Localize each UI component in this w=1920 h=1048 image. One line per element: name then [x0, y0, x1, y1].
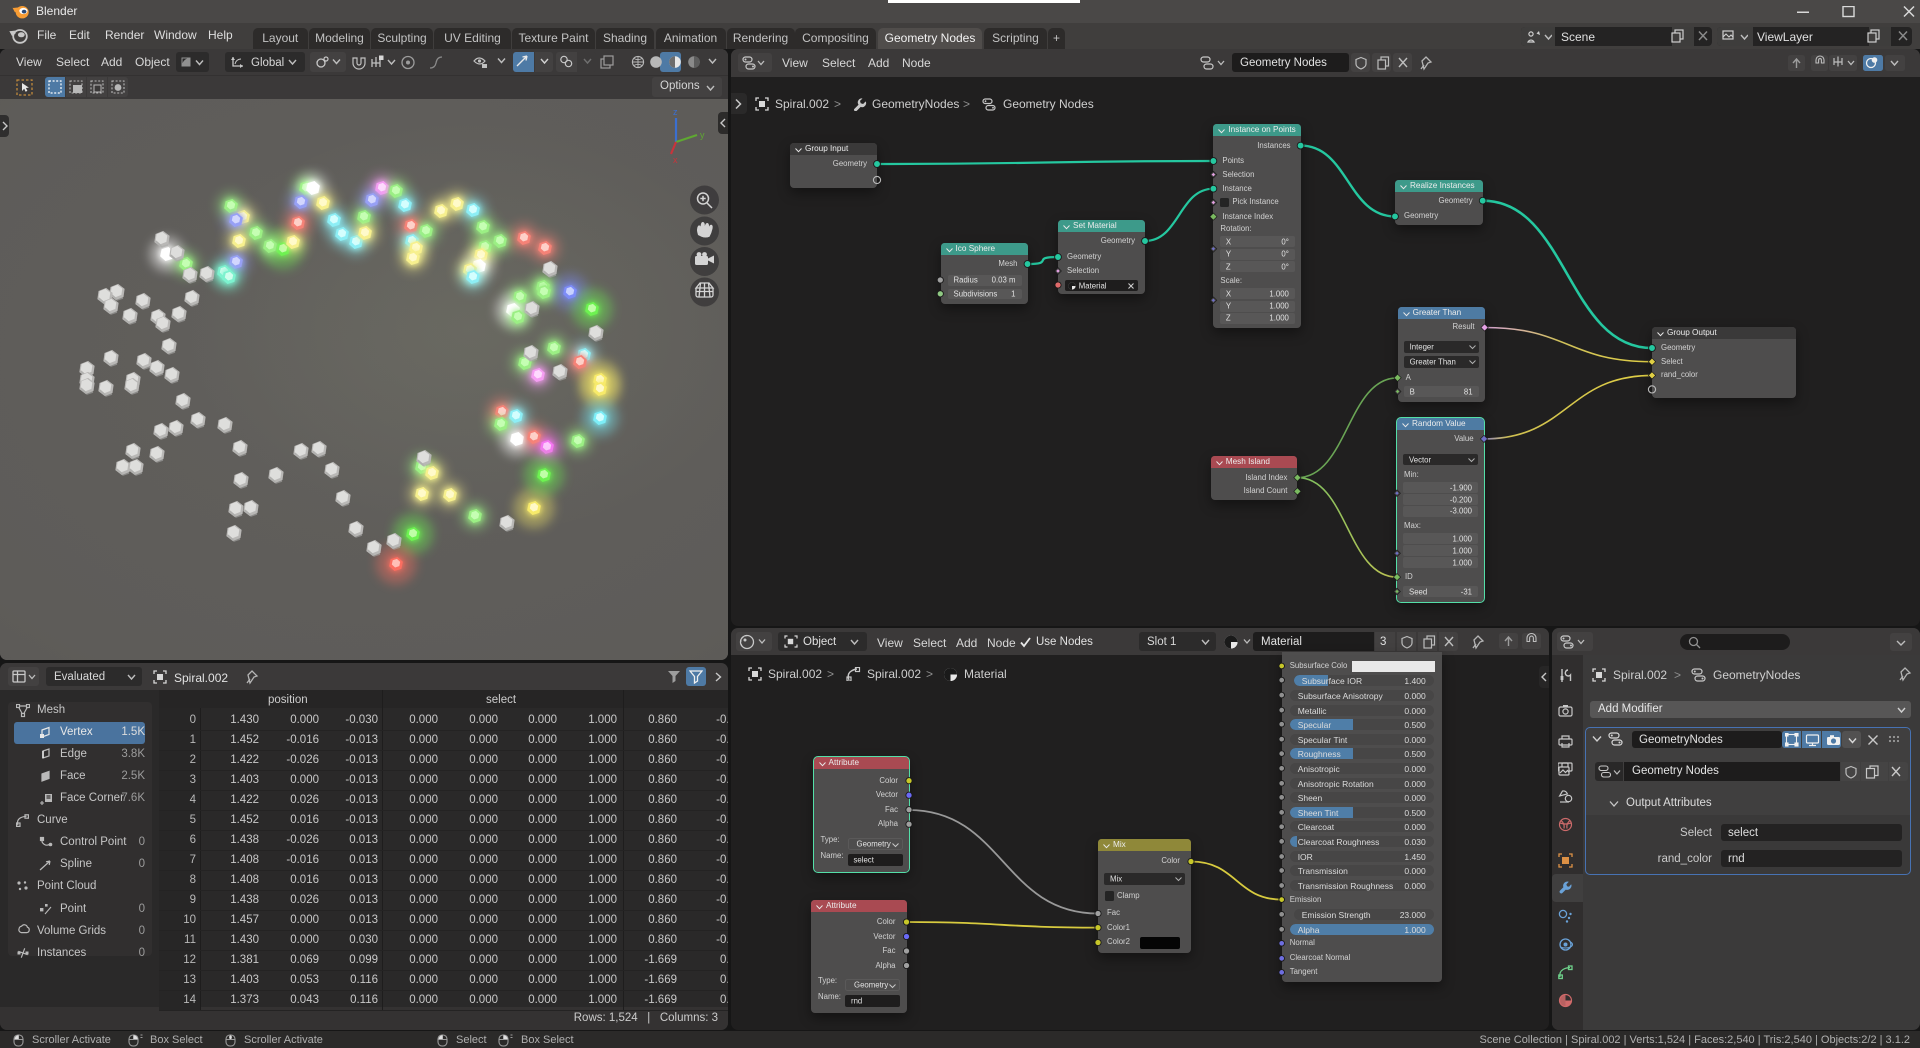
svg-text:x: x — [673, 155, 678, 164]
svg-text:y: y — [700, 130, 705, 140]
svg-text:z: z — [673, 107, 678, 117]
